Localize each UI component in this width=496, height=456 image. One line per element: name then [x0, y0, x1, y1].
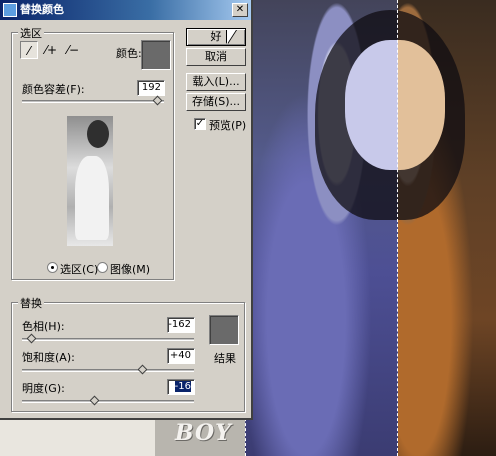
- color-label: 颜色:: [116, 47, 142, 60]
- eyedropper-minus-icon[interactable]: ⁄−: [64, 41, 82, 59]
- hue-slider-track: [22, 338, 194, 341]
- mouse-cursor: [227, 30, 236, 44]
- photo-face: [345, 40, 445, 170]
- selection-radio[interactable]: [47, 262, 58, 273]
- selection-color-swatch[interactable]: [141, 40, 171, 70]
- lightness-label: 明度(G):: [22, 382, 65, 395]
- dialog-titlebar[interactable]: 替换颜色 ✕: [0, 0, 251, 20]
- result-color-swatch[interactable]: [209, 315, 239, 345]
- lightness-value: -16: [174, 381, 191, 392]
- selection-preview: [67, 116, 113, 246]
- image-radio-label[interactable]: 图像(M): [110, 261, 150, 277]
- replace-group-label: 替换: [18, 295, 44, 311]
- dialog-title: 替换颜色: [20, 3, 64, 16]
- ok-button[interactable]: 好: [186, 28, 246, 46]
- load-button[interactable]: 载入(L)...: [186, 73, 246, 91]
- result-label: 结果: [214, 352, 236, 365]
- marquee-divider: [397, 0, 398, 456]
- app-icon: [3, 3, 17, 17]
- saturation-label: 饱和度(A):: [22, 351, 75, 364]
- save-button[interactable]: 存储(S)...: [186, 93, 246, 111]
- replace-color-dialog: 替换颜色 ✕ 选区 ⁄ ⁄+ ⁄− 颜色: 颜色容差(F): 192 选区(C)…: [0, 0, 253, 420]
- saturation-input[interactable]: +40: [167, 348, 195, 364]
- magazine-logo: BOY: [155, 418, 245, 456]
- image-radio[interactable]: [97, 262, 108, 273]
- close-icon[interactable]: ✕: [232, 3, 248, 17]
- preview-body: [75, 156, 109, 240]
- eyedropper-icon[interactable]: ⁄: [20, 41, 38, 59]
- background-photo: [245, 0, 496, 456]
- lightness-slider-track: [22, 400, 194, 403]
- fuzziness-label: 颜色容差(F):: [22, 83, 85, 96]
- preview-checkbox[interactable]: ✓: [194, 118, 206, 130]
- hue-label: 色相(H):: [22, 320, 65, 333]
- lightness-input[interactable]: -16: [167, 379, 195, 395]
- preview-label[interactable]: 预览(P): [209, 117, 246, 133]
- saturation-slider-track: [22, 369, 194, 372]
- cancel-button[interactable]: 取消: [186, 48, 246, 66]
- selection-group-label: 选区: [18, 25, 44, 41]
- eyedropper-plus-icon[interactable]: ⁄+: [42, 41, 60, 59]
- hue-input[interactable]: -162: [167, 317, 195, 333]
- logo-text: BOY: [175, 420, 232, 446]
- selection-radio-label[interactable]: 选区(C): [60, 261, 98, 277]
- fuzziness-input[interactable]: 192: [137, 80, 165, 96]
- preview-head: [87, 120, 109, 148]
- fuzziness-slider-track: [22, 100, 164, 103]
